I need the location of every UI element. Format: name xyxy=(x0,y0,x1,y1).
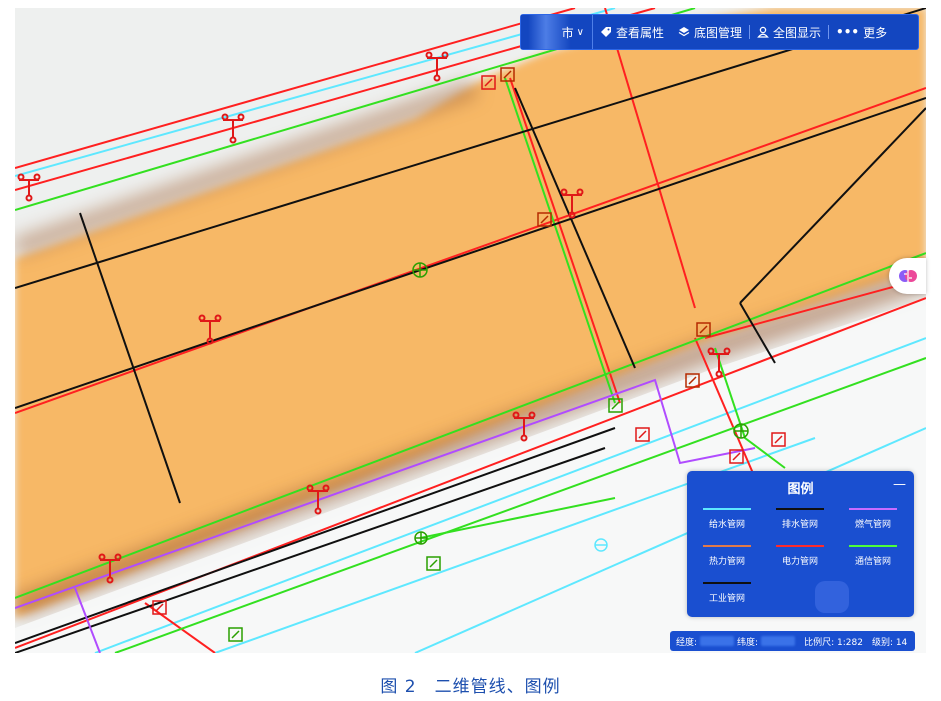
basemap-manage-label: 底图管理 xyxy=(694,25,743,40)
legend-title: 图例 xyxy=(787,482,814,497)
legend-label: 燃气管网 xyxy=(854,520,891,530)
legend-line-power xyxy=(776,545,824,547)
legend-item-heat: 热力管网 xyxy=(693,545,761,567)
full-view-button[interactable]: 全图显示 xyxy=(750,24,828,41)
city-label: 市 xyxy=(561,25,574,40)
legend-item-power: 电力管网 xyxy=(766,545,834,567)
legend-line-heat xyxy=(703,545,751,547)
city-selector[interactable]: 市 ∨ xyxy=(521,15,593,49)
legend-label: 给水管网 xyxy=(708,520,745,530)
status-bar: 经度: 纬度: 比例尺: 1:282 级别: 14 xyxy=(670,631,915,651)
legend-line-industrial xyxy=(703,582,751,584)
full-view-label: 全图显示 xyxy=(773,25,822,40)
legend-line-gas xyxy=(849,508,897,510)
scale-readout: 比例尺: 1:282 xyxy=(804,637,863,648)
user-map-icon xyxy=(757,26,769,38)
legend-item-industrial: 工业管网 xyxy=(693,582,761,604)
legend-label: 排水管网 xyxy=(781,520,818,530)
layers-icon xyxy=(678,27,690,37)
legend-line-water xyxy=(703,508,751,510)
legend-label: 工业管网 xyxy=(708,594,745,604)
figure-caption: 图 2 二维管线、图例 xyxy=(380,677,561,697)
brain-icon xyxy=(898,270,917,282)
legend-line-drain xyxy=(776,508,824,510)
ellipsis-icon: ••• xyxy=(836,25,860,39)
legend-label: 热力管网 xyxy=(708,557,745,567)
zoom-level: 级别: 14 xyxy=(871,637,908,648)
longitude-label: 经度: xyxy=(676,637,698,648)
tag-icon xyxy=(601,27,611,37)
view-attributes-button[interactable]: 查看属性 xyxy=(593,24,671,41)
legend-item-drain: 排水管网 xyxy=(766,508,834,530)
basemap-manage-button[interactable]: 底图管理 xyxy=(671,24,749,41)
minimize-button[interactable]: — xyxy=(893,477,906,492)
latitude-label: 纬度: xyxy=(737,637,759,648)
more-label: 更多 xyxy=(863,25,888,40)
legend-item-gas: 燃气管网 xyxy=(839,508,907,530)
legend-label: 电力管网 xyxy=(781,557,818,567)
longitude-value-redacted xyxy=(700,636,735,646)
ai-assistant-button[interactable] xyxy=(889,258,926,294)
legend-item-water: 给水管网 xyxy=(693,508,761,530)
chevron-down-icon: ∨ xyxy=(576,26,584,38)
legend-line-telecom xyxy=(849,545,897,547)
map-toolbar: 市 ∨ 查看属性 底图管理 全图显示 ••• 更多 xyxy=(520,14,919,50)
view-attributes-label: 查看属性 xyxy=(616,25,665,40)
mascot-icon xyxy=(815,581,849,613)
latitude-value-redacted xyxy=(761,636,796,646)
legend-panel: 图例 — 给水管网 排水管网 燃气管网 热力管网 电力管网 通信管网 工业管网 xyxy=(687,471,914,617)
more-button[interactable]: ••• 更多 xyxy=(829,24,894,41)
legend-item-telecom: 通信管网 xyxy=(839,545,907,567)
legend-label: 通信管网 xyxy=(854,557,891,567)
